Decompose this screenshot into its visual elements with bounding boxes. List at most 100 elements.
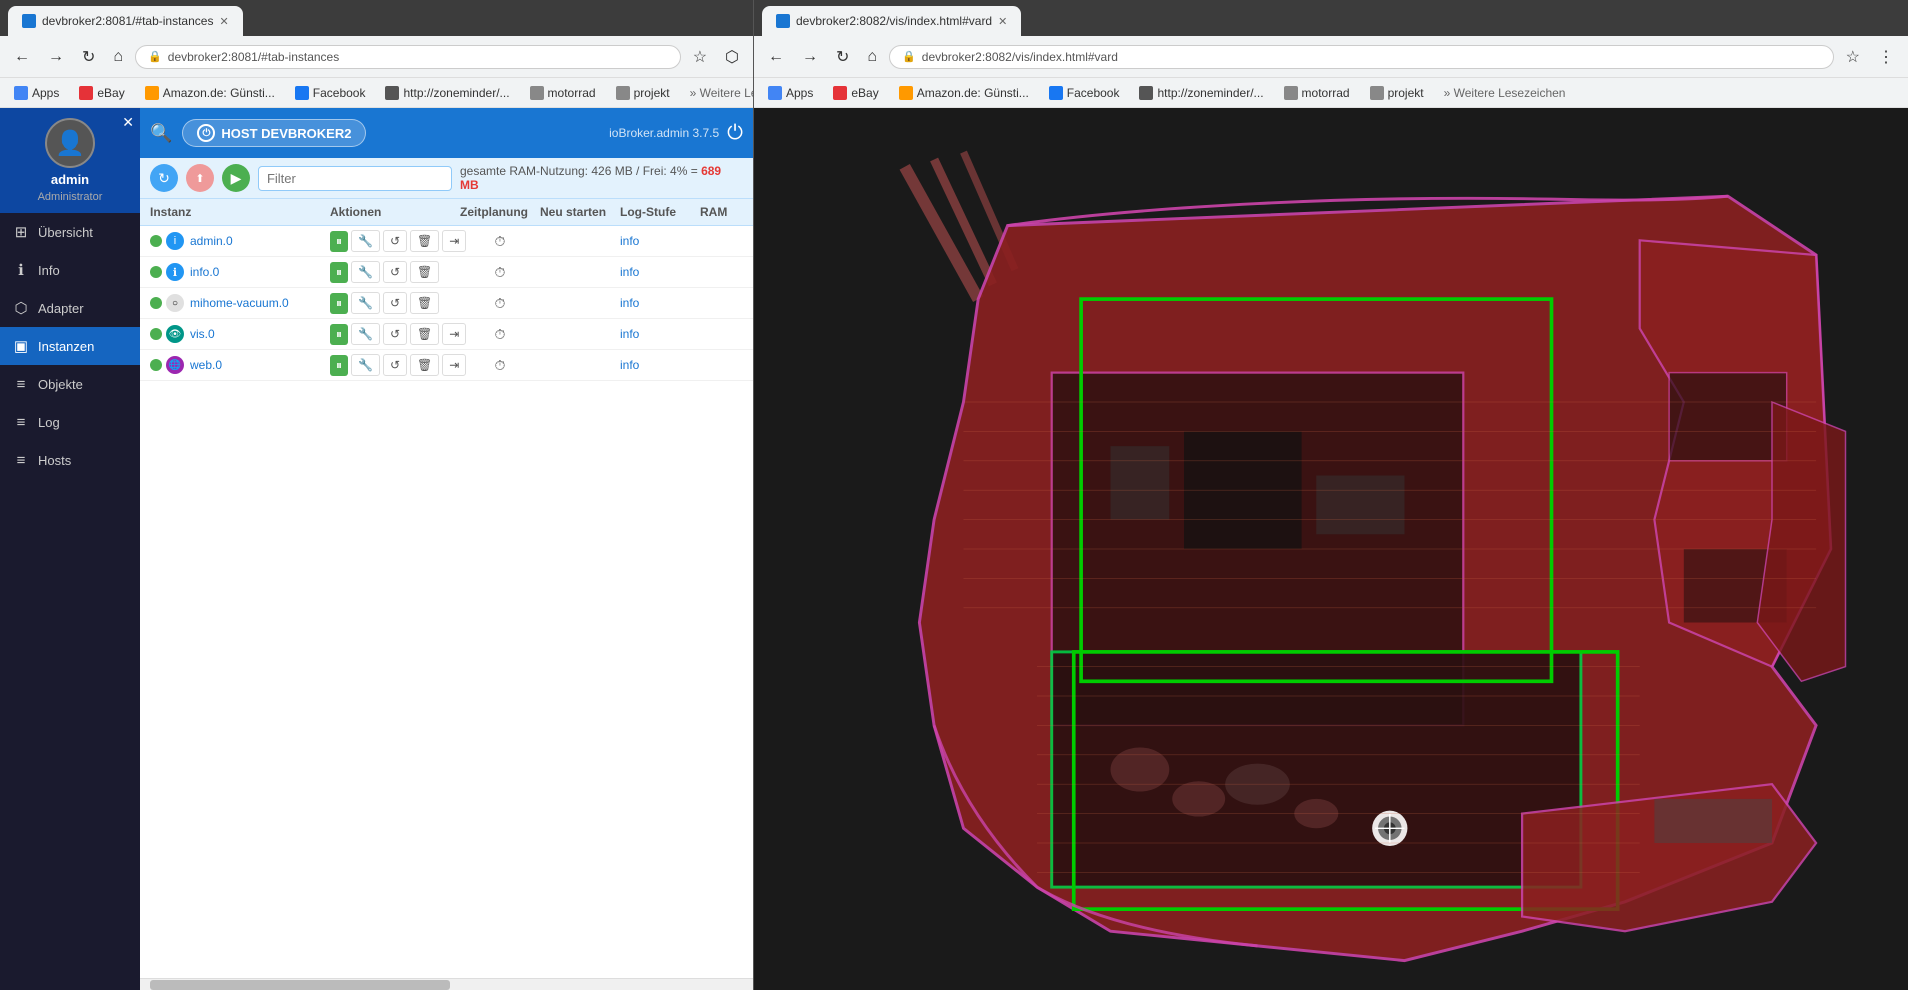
mihome-icon: ○ xyxy=(166,294,184,312)
right-forward-btn[interactable]: → xyxy=(796,44,824,70)
right-bookmark-ebay[interactable]: eBay xyxy=(827,84,884,102)
mihome-clock-icon[interactable]: ⏱ xyxy=(495,295,506,312)
web-loglevel[interactable]: info xyxy=(620,358,700,372)
admin-refresh-btn[interactable]: ↺ xyxy=(383,230,407,252)
web-link[interactable]: web.0 xyxy=(190,358,330,372)
vis-canvas[interactable] xyxy=(754,108,1908,990)
right-star-btn[interactable]: ☆ xyxy=(1840,43,1866,71)
bookmark-apps[interactable]: Apps xyxy=(8,84,65,102)
sidebar-item-adapter[interactable]: ⬡ Adapter xyxy=(0,289,140,327)
admin-wrench-btn[interactable]: 🔧 xyxy=(351,230,380,252)
extensions-btn[interactable]: ⬡ xyxy=(719,43,745,71)
reload-btn[interactable]: ↻ xyxy=(76,43,101,71)
header-search-icon[interactable]: 🔍 xyxy=(150,123,172,144)
right-bookmark-facebook-label: Facebook xyxy=(1067,86,1120,100)
bookmark-motorrad[interactable]: motorrad xyxy=(524,84,602,102)
sidebar-item-info[interactable]: ℹ Info xyxy=(0,251,140,289)
sidebar-item-log[interactable]: ≡ Log xyxy=(0,403,140,441)
right-bookmark-more[interactable]: » Weitere Lesezeichen xyxy=(1438,84,1572,102)
vis-clock-icon[interactable]: ⏱ xyxy=(495,326,506,343)
mihome-loglevel[interactable]: info xyxy=(620,296,700,310)
mihome-link[interactable]: mihome-vacuum.0 xyxy=(190,296,330,310)
info-pause-btn[interactable]: ⏸ xyxy=(330,262,348,283)
bottom-scrollbar[interactable] xyxy=(140,978,753,990)
update-btn[interactable]: ⬆ xyxy=(186,164,214,192)
right-bookmark-amazon-label: Amazon.de: Günsti... xyxy=(917,86,1029,100)
filter-input[interactable] xyxy=(258,166,452,191)
sidebar-item-instanzen[interactable]: ▣ Instanzen xyxy=(0,327,140,365)
right-active-tab[interactable]: devbroker2:8082/vis/index.html#vard ✕ xyxy=(762,6,1021,36)
vis-pause-btn[interactable]: ⏸ xyxy=(330,324,348,345)
info-loglevel[interactable]: info xyxy=(620,265,700,279)
security-icon: 🔒 xyxy=(148,50,162,63)
web-clock-icon[interactable]: ⏱ xyxy=(495,357,506,374)
sidebar-item-objekte[interactable]: ≡ Objekte xyxy=(0,365,140,403)
sidebar: ✕ 👤 admin Administrator ⊞ Übersicht ℹ In… xyxy=(0,108,140,990)
version-text: ioBroker.admin 3.7.5 xyxy=(609,126,719,140)
col-header-zeitplanung: Zeitplanung xyxy=(460,205,540,219)
web-delete-btn[interactable]: 🗑 xyxy=(410,354,439,376)
bookmark-more[interactable]: » Weitere Lesezeichen xyxy=(684,84,753,102)
sidebar-item-ubersicht[interactable]: ⊞ Übersicht xyxy=(0,213,140,251)
sidebar-item-hosts[interactable]: ≡ Hosts xyxy=(0,441,140,479)
vis-delete-btn[interactable]: 🗑 xyxy=(410,323,439,345)
info-link[interactable]: info.0 xyxy=(190,265,330,279)
mihome-wrench-btn[interactable]: 🔧 xyxy=(351,292,380,314)
right-menu-btn[interactable]: ⋮ xyxy=(1872,43,1900,71)
admin-clock-icon[interactable]: ⏱ xyxy=(495,233,506,250)
admin-loglevel[interactable]: info xyxy=(620,234,700,248)
admin-actions: ⏸ 🔧 ↺ 🗑 ⇥ xyxy=(330,230,460,252)
vis-refresh-btn[interactable]: ↺ xyxy=(383,323,407,345)
play-btn[interactable]: ▶ xyxy=(222,164,250,192)
tab-close-btn[interactable]: ✕ xyxy=(219,15,228,28)
right-bookmark-facebook[interactable]: Facebook xyxy=(1043,84,1126,102)
forward-btn[interactable]: → xyxy=(42,44,70,70)
home-btn[interactable]: ⌂ xyxy=(107,44,129,70)
star-btn[interactable]: ☆ xyxy=(687,43,713,71)
right-bookmark-apps[interactable]: Apps xyxy=(762,84,819,102)
left-address-bar[interactable]: 🔒 devbroker2:8081/#tab-instances xyxy=(135,45,681,69)
bookmark-zoneminder[interactable]: http://zoneminder/... xyxy=(379,84,515,102)
right-bookmark-projekt[interactable]: projekt xyxy=(1364,84,1430,102)
bookmark-ebay[interactable]: eBay xyxy=(73,84,130,102)
right-facebook-favicon xyxy=(1049,86,1063,100)
refresh-all-btn[interactable]: ↻ xyxy=(150,164,178,192)
mihome-pause-btn[interactable]: ⏸ xyxy=(330,293,348,314)
web-pause-btn[interactable]: ⏸ xyxy=(330,355,348,376)
admin-delete-btn[interactable]: 🗑 xyxy=(410,230,439,252)
sidebar-close-btn[interactable]: ✕ xyxy=(122,114,134,131)
vis-icon: 👁 xyxy=(166,325,184,343)
vis-link[interactable]: vis.0 xyxy=(190,327,330,341)
admin-pause-btn[interactable]: ⏸ xyxy=(330,231,348,252)
left-tab-bar: devbroker2:8081/#tab-instances ✕ xyxy=(0,0,753,36)
right-address-bar[interactable]: 🔒 devbroker2:8082/vis/index.html#vard xyxy=(889,45,1834,69)
right-home-btn[interactable]: ⌂ xyxy=(861,44,883,70)
right-bookmark-zoneminder[interactable]: http://zoneminder/... xyxy=(1133,84,1269,102)
mihome-refresh-btn[interactable]: ↺ xyxy=(383,292,407,314)
vis-loglevel[interactable]: info xyxy=(620,327,700,341)
bookmark-amazon[interactable]: Amazon.de: Günsti... xyxy=(139,84,281,102)
bookmark-facebook[interactable]: Facebook xyxy=(289,84,372,102)
back-btn[interactable]: ← xyxy=(8,44,36,70)
mihome-delete-btn[interactable]: 🗑 xyxy=(410,292,439,314)
info-delete-btn[interactable]: 🗑 xyxy=(410,261,439,283)
right-tab-close-btn[interactable]: ✕ xyxy=(998,15,1007,28)
vis-wrench-btn[interactable]: 🔧 xyxy=(351,323,380,345)
left-active-tab[interactable]: devbroker2:8081/#tab-instances ✕ xyxy=(8,6,243,36)
scrollbar-thumb[interactable] xyxy=(150,980,450,990)
mihome-actions: ⏸ 🔧 ↺ 🗑 xyxy=(330,292,460,314)
right-reload-btn[interactable]: ↻ xyxy=(830,43,855,71)
sidebar-username: admin xyxy=(51,172,89,187)
info-refresh-btn[interactable]: ↺ xyxy=(383,261,407,283)
right-back-btn[interactable]: ← xyxy=(762,44,790,70)
web-refresh-btn[interactable]: ↺ xyxy=(383,354,407,376)
right-bookmark-amazon[interactable]: Amazon.de: Günsti... xyxy=(893,84,1035,102)
instanz-vis: 👁 vis.0 xyxy=(150,325,330,343)
info-clock-icon[interactable]: ⏱ xyxy=(495,264,506,281)
admin-link[interactable]: admin.0 xyxy=(190,234,330,248)
bookmark-projekt[interactable]: projekt xyxy=(610,84,676,102)
power-icon[interactable]: ⏻ xyxy=(727,122,743,145)
web-wrench-btn[interactable]: 🔧 xyxy=(351,354,380,376)
info-wrench-btn[interactable]: 🔧 xyxy=(351,261,380,283)
right-bookmark-motorrad[interactable]: motorrad xyxy=(1278,84,1356,102)
